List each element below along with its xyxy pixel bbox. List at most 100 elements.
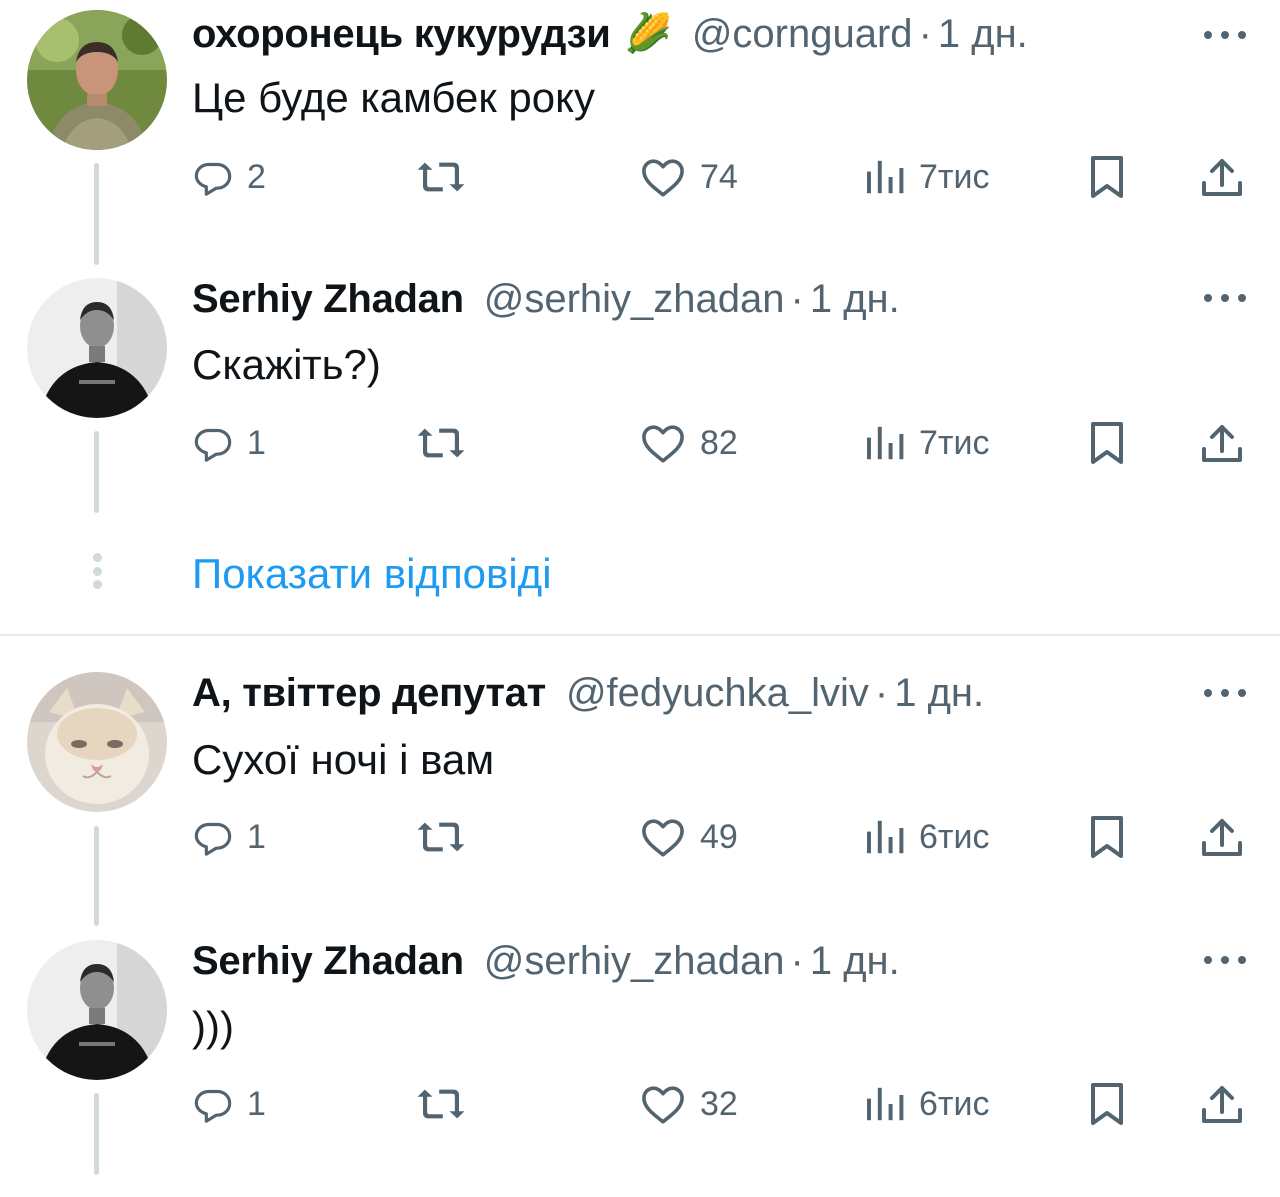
action-bar: 1 82 7тис — [0, 413, 1280, 473]
like-count: 32 — [700, 1084, 738, 1123]
reply-count: 1 — [247, 1084, 266, 1123]
like-button[interactable]: 32 — [640, 1074, 738, 1134]
views-button[interactable]: 7тис — [865, 413, 989, 473]
like-count: 74 — [700, 157, 738, 196]
share-icon — [1202, 159, 1242, 196]
retweet-button[interactable] — [414, 1074, 468, 1134]
timestamp[interactable]: 1 дн. — [810, 277, 900, 322]
display-name[interactable]: Serhiy Zhadan — [192, 277, 464, 322]
share-button[interactable] — [1200, 807, 1244, 867]
like-count: 82 — [700, 423, 738, 462]
display-name[interactable]: охоронець кукурудзи — [192, 12, 611, 57]
tweet-header: Serhiy Zhadan @serhiy_zhadan · 1 дн. — [192, 274, 900, 324]
view-count: 7тис — [919, 423, 990, 462]
heart-icon — [642, 425, 684, 463]
tweet-text: Це буде камбек року — [192, 74, 595, 121]
user-handle[interactable]: @serhiy_zhadan — [484, 939, 785, 984]
like-button[interactable]: 82 — [640, 413, 738, 473]
reply-button[interactable]: 1 — [193, 413, 266, 473]
reply-icon — [194, 1089, 232, 1123]
bookmark-icon — [1091, 422, 1123, 464]
views-button[interactable]: 6тис — [865, 807, 989, 867]
tweet-header: охоронець кукурудзи 🌽 @cornguard · 1 дн. — [192, 9, 1028, 59]
avatar-serhiy-zhadan[interactable] — [27, 940, 167, 1080]
reply-button[interactable]: 1 — [193, 1074, 266, 1134]
retweet-icon — [417, 822, 465, 852]
bookmark-button[interactable] — [1088, 147, 1126, 207]
reply-button[interactable]: 1 — [193, 807, 266, 867]
display-name[interactable]: А, твіттер депутат — [192, 671, 546, 716]
separator-dot: · — [874, 670, 889, 715]
reply-icon — [194, 822, 232, 856]
more-options-icon[interactable] — [1204, 292, 1246, 304]
share-icon — [1202, 425, 1242, 462]
timestamp[interactable]: 1 дн. — [894, 671, 984, 716]
retweet-button[interactable] — [414, 147, 468, 207]
bookmark-button[interactable] — [1088, 1074, 1126, 1134]
show-replies-link[interactable]: Показати відповіді — [192, 550, 552, 598]
more-options-icon[interactable] — [1204, 687, 1246, 699]
view-count: 6тис — [919, 817, 990, 856]
views-button[interactable]: 7тис — [865, 147, 989, 207]
retweet-icon — [417, 162, 465, 192]
tweet-text: ))) — [192, 1003, 234, 1050]
timestamp[interactable]: 1 дн. — [938, 12, 1028, 57]
like-button[interactable]: 49 — [640, 807, 738, 867]
thread-divider — [0, 634, 1280, 636]
view-count: 7тис — [919, 157, 990, 196]
separator-dot: · — [790, 938, 804, 983]
tweet-header: Serhiy Zhadan @serhiy_zhadan · 1 дн. — [192, 936, 900, 986]
action-bar: 2 74 7тис — [0, 147, 1280, 207]
avatar-serhiy-zhadan-image — [27, 940, 167, 1080]
separator-dot: · — [918, 11, 932, 56]
avatar-serhiy-zhadan-image — [27, 278, 167, 418]
views-bar-chart-icon — [867, 426, 904, 460]
views-bar-chart-icon — [867, 160, 904, 194]
reply-icon — [194, 162, 232, 196]
reply-count: 1 — [247, 423, 266, 462]
heart-icon — [642, 159, 684, 197]
retweet-button[interactable] — [414, 807, 468, 867]
share-icon — [1202, 819, 1242, 856]
avatar-cornguard-image — [27, 10, 167, 150]
separator-dot: · — [790, 276, 804, 321]
tweet-header: А, твіттер депутат @fedyuchka_lviv · 1 д… — [192, 668, 984, 718]
retweet-button[interactable] — [414, 413, 468, 473]
view-count: 6тис — [919, 1084, 990, 1123]
user-handle[interactable]: @cornguard — [692, 12, 913, 57]
reply-count: 2 — [247, 157, 266, 196]
user-handle[interactable]: @serhiy_zhadan — [484, 277, 785, 322]
display-name[interactable]: Serhiy Zhadan — [192, 939, 464, 984]
share-icon — [1202, 1086, 1242, 1123]
more-options-icon[interactable] — [1204, 29, 1246, 41]
views-bar-chart-icon — [867, 1087, 904, 1121]
avatar-serhiy-zhadan[interactable] — [27, 278, 167, 418]
bookmark-icon — [1091, 816, 1123, 858]
retweet-icon — [417, 1089, 465, 1119]
views-button[interactable]: 6тис — [865, 1074, 989, 1134]
action-bar: 1 49 6тис — [0, 807, 1280, 867]
avatar-fedyuchka-lviv[interactable] — [27, 672, 167, 812]
bookmark-button[interactable] — [1088, 807, 1126, 867]
bookmark-icon — [1091, 1083, 1123, 1125]
action-bar: 1 32 6тис — [0, 1074, 1280, 1134]
reply-button[interactable]: 2 — [193, 147, 266, 207]
avatar-cat-image — [27, 672, 167, 812]
heart-icon — [642, 1086, 684, 1124]
like-button[interactable]: 74 — [640, 147, 738, 207]
bookmark-icon — [1091, 156, 1123, 198]
more-options-icon[interactable] — [1204, 954, 1246, 966]
tweet-text: Сухої ночі і вам — [192, 736, 495, 783]
share-button[interactable] — [1200, 147, 1244, 207]
share-button[interactable] — [1200, 1074, 1244, 1134]
timestamp[interactable]: 1 дн. — [810, 939, 900, 984]
bookmark-button[interactable] — [1088, 413, 1126, 473]
corn-emoji: 🌽 — [624, 13, 672, 55]
share-button[interactable] — [1200, 413, 1244, 473]
heart-icon — [642, 819, 684, 857]
tweet-text: Скажіть?) — [192, 341, 381, 388]
more-replies-dots-icon — [91, 553, 103, 589]
views-bar-chart-icon — [867, 820, 904, 854]
avatar-cornguard[interactable] — [27, 10, 167, 150]
user-handle[interactable]: @fedyuchka_lviv — [566, 671, 869, 716]
